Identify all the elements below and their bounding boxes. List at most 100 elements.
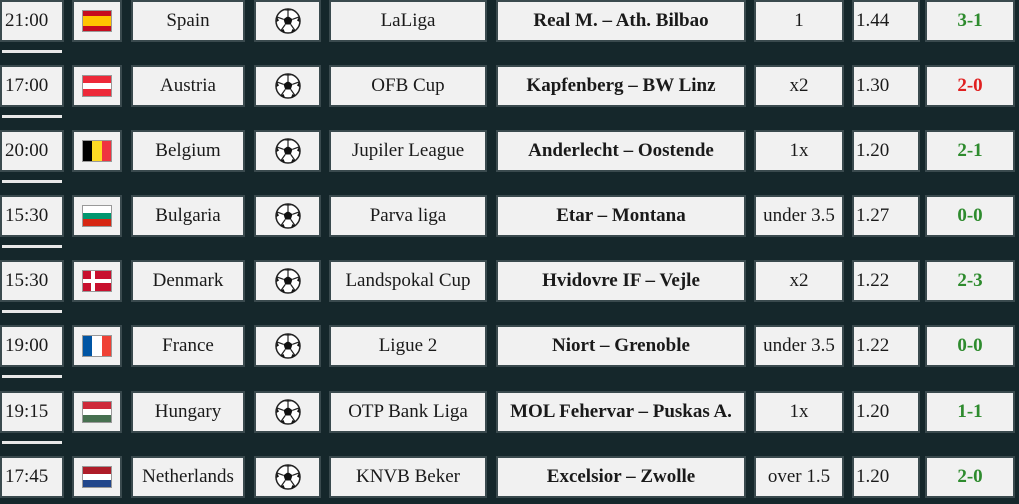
tip-value: 1x: [754, 130, 844, 172]
flag-cell: [72, 130, 122, 172]
match-row: 17:45 Netherlands KNVB Beker Excelsior – Zw…: [0, 456, 1019, 504]
sport-cell: [254, 195, 321, 237]
odds-value: 1.44: [852, 0, 920, 42]
result-score: 0-0: [925, 195, 1015, 237]
league-name: Jupiler League: [329, 130, 487, 172]
odds-value: 1.22: [852, 260, 920, 302]
sport-cell: [254, 391, 321, 433]
country-name: Austria: [131, 65, 245, 107]
odds-value: 1.30: [852, 65, 920, 107]
country-name: Bulgaria: [131, 195, 245, 237]
sport-cell: [254, 130, 321, 172]
result-score: 3-1: [925, 0, 1015, 42]
sport-cell: [254, 65, 321, 107]
result-score: 1-1: [925, 391, 1015, 433]
belgium-flag-icon: [82, 140, 112, 162]
soccer-ball-icon: [274, 464, 301, 490]
country-name: France: [131, 325, 245, 367]
tips-table: 21:00 Spain LaLiga Real M. – Ath. Bilbao 1 1.…: [0, 0, 1019, 498]
league-name: Parva liga: [329, 195, 487, 237]
match-time: 15:30: [0, 260, 64, 302]
france-flag-icon: [82, 335, 112, 357]
soccer-ball-icon: [274, 268, 301, 294]
country-name: Netherlands: [131, 456, 245, 498]
netherlands-flag-icon: [82, 466, 112, 488]
odds-value: 1.20: [852, 456, 920, 498]
league-name: Landspokal Cup: [329, 260, 487, 302]
country-name: Denmark: [131, 260, 245, 302]
row-separator: [2, 115, 62, 118]
odds-value: 1.27: [852, 195, 920, 237]
flag-cell: [72, 0, 122, 42]
tip-value: 1: [754, 0, 844, 42]
match-time: 15:30: [0, 195, 64, 237]
result-score: 2-0: [925, 65, 1015, 107]
tip-value: under 3.5: [754, 325, 844, 367]
match-teams: MOL Fehervar – Puskas A.: [496, 391, 746, 433]
result-score: 2-1: [925, 130, 1015, 172]
league-name: KNVB Beker: [329, 456, 487, 498]
match-teams: Real M. – Ath. Bilbao: [496, 0, 746, 42]
sport-cell: [254, 0, 321, 42]
soccer-ball-icon: [274, 333, 301, 359]
match-teams: Hvidovre IF – Vejle: [496, 260, 746, 302]
row-separator: [2, 375, 62, 378]
match-row: 19:15 Hungary OTP Bank Liga MOL Fehervar – …: [0, 391, 1019, 444]
match-row: 15:30 Denmark Landspokal Cup Hvidovre IF – …: [0, 260, 1019, 313]
tip-value: over 1.5: [754, 456, 844, 498]
match-teams: Etar – Montana: [496, 195, 746, 237]
country-name: Belgium: [131, 130, 245, 172]
match-time: 17:45: [0, 456, 64, 498]
row-separator: [2, 50, 62, 53]
league-name: OFB Cup: [329, 65, 487, 107]
denmark-flag-icon: [82, 270, 112, 292]
soccer-ball-icon: [274, 138, 301, 164]
sport-cell: [254, 325, 321, 367]
hungary-flag-icon: [82, 401, 112, 423]
odds-value: 1.20: [852, 391, 920, 433]
flag-cell: [72, 456, 122, 498]
odds-value: 1.22: [852, 325, 920, 367]
flag-cell: [72, 260, 122, 302]
row-separator: [2, 441, 62, 444]
bulgaria-flag-icon: [82, 205, 112, 227]
match-row: 20:00 Belgium Jupiler League Anderlecht – O…: [0, 130, 1019, 183]
match-time: 19:15: [0, 391, 64, 433]
row-separator: [2, 180, 62, 183]
result-score: 2-3: [925, 260, 1015, 302]
spain-flag-icon: [82, 10, 112, 32]
flag-cell: [72, 391, 122, 433]
tip-value: x2: [754, 65, 844, 107]
tip-value: x2: [754, 260, 844, 302]
tip-value: under 3.5: [754, 195, 844, 237]
league-name: Ligue 2: [329, 325, 487, 367]
austria-flag-icon: [82, 75, 112, 97]
soccer-ball-icon: [274, 73, 301, 99]
match-teams: Anderlecht – Oostende: [496, 130, 746, 172]
match-teams: Kapfenberg – BW Linz: [496, 65, 746, 107]
country-name: Hungary: [131, 391, 245, 433]
match-time: 19:00: [0, 325, 64, 367]
league-name: LaLiga: [329, 0, 487, 42]
match-time: 17:00: [0, 65, 64, 107]
soccer-ball-icon: [274, 203, 301, 229]
match-time: 20:00: [0, 130, 64, 172]
result-score: 2-0: [925, 456, 1015, 498]
flag-cell: [72, 325, 122, 367]
sport-cell: [254, 456, 321, 498]
flag-cell: [72, 65, 122, 107]
match-row: 19:00 France Ligue 2 Niort – Grenoble under …: [0, 325, 1019, 378]
row-separator: [2, 310, 62, 313]
row-separator: [2, 245, 62, 248]
soccer-ball-icon: [274, 399, 301, 425]
odds-value: 1.20: [852, 130, 920, 172]
match-teams: Excelsior – Zwolle: [496, 456, 746, 498]
match-teams: Niort – Grenoble: [496, 325, 746, 367]
match-row: 17:00 Austria OFB Cup Kapfenberg – BW Linz x…: [0, 65, 1019, 118]
flag-cell: [72, 195, 122, 237]
tip-value: 1x: [754, 391, 844, 433]
league-name: OTP Bank Liga: [329, 391, 487, 433]
soccer-ball-icon: [274, 8, 301, 34]
sport-cell: [254, 260, 321, 302]
match-time: 21:00: [0, 0, 64, 42]
